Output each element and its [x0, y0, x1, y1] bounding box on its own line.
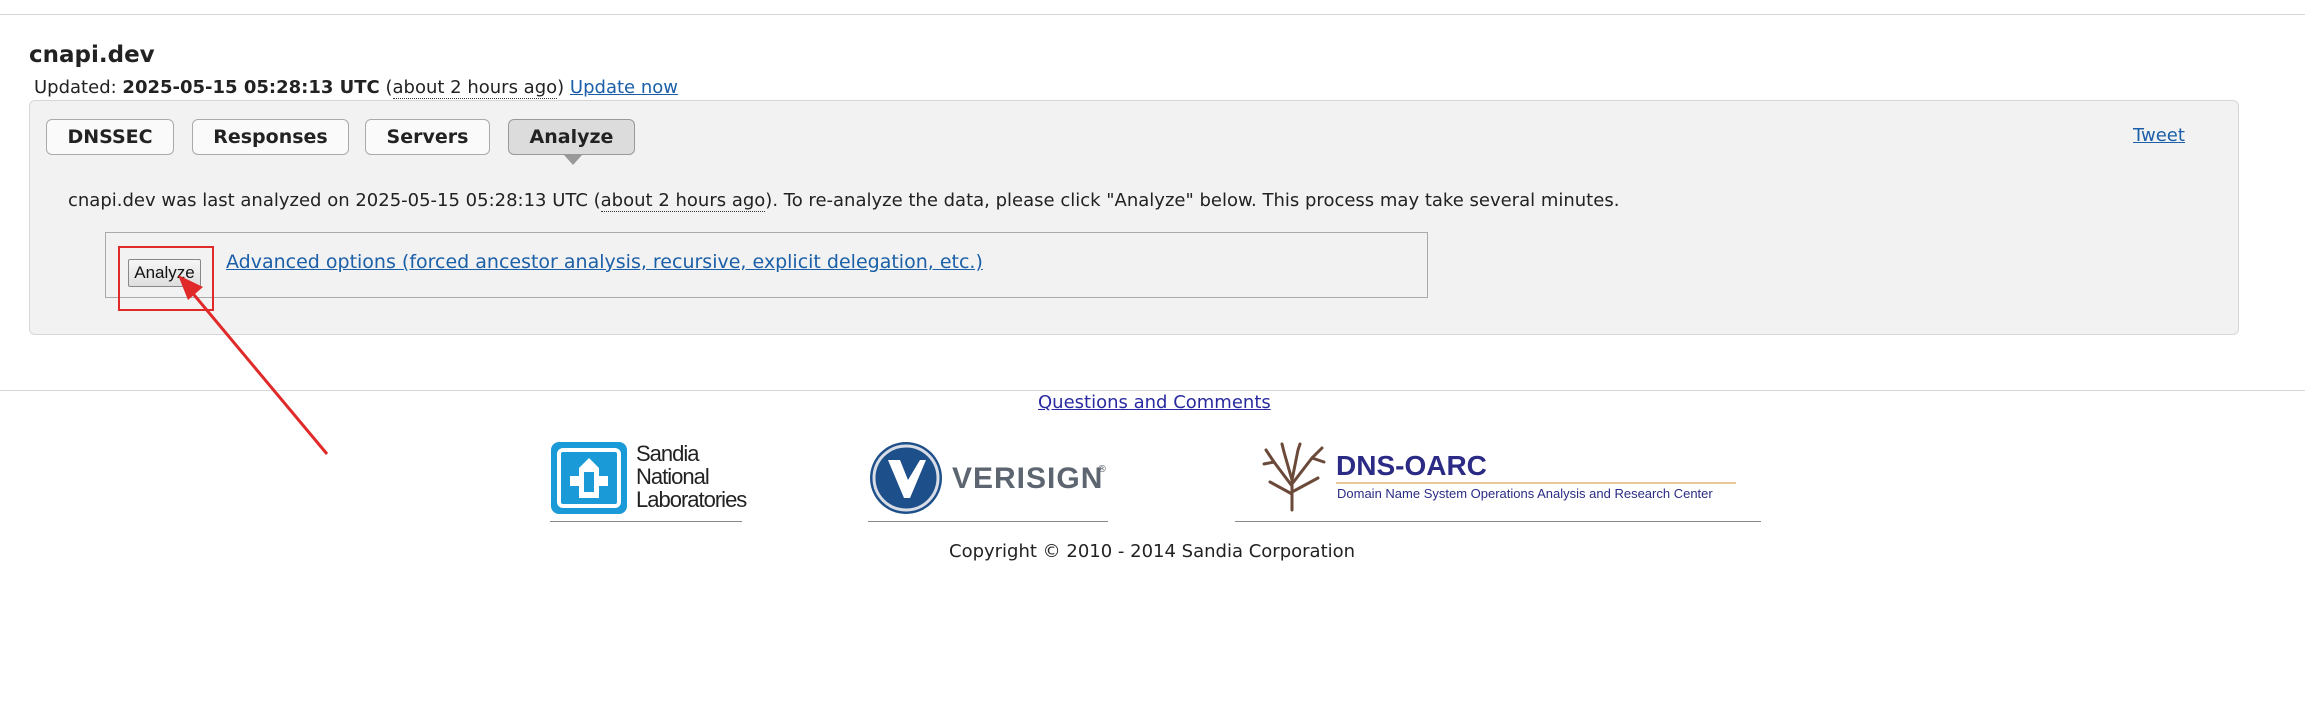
msg-prefix: cnapi.dev was last analyzed on 2025-05-1… [68, 190, 601, 211]
sandia-word-3: Laboratories [636, 487, 747, 512]
questions-comments-link[interactable]: Questions and Comments [1038, 392, 1271, 413]
tab-servers[interactable]: Servers [365, 119, 490, 155]
msg-relative-time: about 2 hours ago [600, 190, 766, 212]
update-now-link[interactable]: Update now [570, 77, 678, 98]
analysis-panel: DNSSEC Responses Servers Analyze Tweet c… [29, 100, 2239, 335]
copyright: Copyright © 2010 - 2014 Sandia Corporati… [949, 541, 1356, 562]
updated-line: Updated: 2025-05-15 05:28:13 UTC (about … [34, 77, 678, 99]
verisign-registered-mark: ® [1097, 464, 1107, 475]
dnsoarc-underline [1235, 521, 1761, 522]
dnsoarc-rule [1336, 482, 1736, 484]
tab-responses[interactable]: Responses [192, 119, 349, 155]
paren-open: ( [385, 77, 393, 98]
paren-close: ) [557, 77, 565, 98]
advanced-options-link[interactable]: Advanced options (forced ancestor analys… [226, 251, 983, 273]
page-title: cnapi.dev [29, 42, 155, 68]
sandia-underline [550, 521, 742, 522]
verisign-underline [868, 521, 1108, 522]
dnsoarc-subtitle: Domain Name System Operations Analysis a… [1337, 486, 1713, 501]
top-divider [0, 14, 2305, 15]
active-tab-pointer [564, 155, 582, 165]
dnsoarc-title: DNS-OARC [1336, 450, 1487, 481]
footer-divider [0, 390, 2305, 391]
verisign-check-icon [870, 442, 942, 514]
dnsoarc-logo: DNS-OARC Domain Name System Operations A… [1262, 438, 1746, 518]
sandia-word-2: National [636, 464, 710, 489]
sandia-word-1: Sandia [636, 441, 700, 466]
last-analyzed-message: cnapi.dev was last analyzed on 2025-05-1… [68, 190, 1620, 212]
msg-suffix: ). To re-analyze the data, please click … [765, 190, 1620, 211]
dnsoarc-tree-icon [1262, 442, 1326, 512]
sandia-logo: Sandia National Laboratories [550, 438, 747, 518]
verisign-logo: VERISIGN ® [868, 438, 1108, 518]
relative-time: about 2 hours ago [392, 77, 558, 99]
verisign-wordmark: VERISIGN [952, 462, 1104, 495]
tweet-link[interactable]: Tweet [2133, 125, 2185, 146]
tab-dnssec[interactable]: DNSSEC [46, 119, 174, 155]
tab-analyze[interactable]: Analyze [508, 119, 635, 155]
annotation-highlight-box [118, 246, 214, 311]
updated-timestamp: 2025-05-15 05:28:13 UTC [122, 77, 380, 98]
updated-prefix: Updated: [34, 77, 117, 98]
